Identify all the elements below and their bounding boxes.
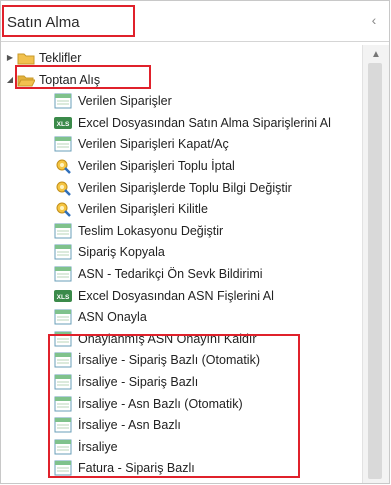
tree-group-teklifler[interactable]: ▶ Teklifler — [1, 47, 363, 69]
wizard-icon — [54, 201, 72, 218]
tree-item[interactable]: İrsaliye - Sipariş Bazlı (Otomatik) — [1, 349, 363, 371]
tree-item-label: İrsaliye - Asn Bazlı (Otomatik) — [78, 396, 243, 411]
excel-import-icon: XLS — [54, 115, 72, 131]
form-icon — [54, 374, 72, 390]
tree-item-label: ASN Onayla — [78, 310, 147, 325]
tree-item-label: Excel Dosyasından Satın Alma Siparişleri… — [78, 115, 331, 130]
wizard-icon — [54, 180, 72, 196]
tree-item-label: Verilen Siparişleri Kilitle — [78, 202, 208, 217]
tree-item-label: Excel Dosyasından ASN Fişlerini Al — [78, 288, 274, 303]
tree-item-label: Verilen Siparişleri Toplu İptal — [78, 159, 235, 173]
expand-arrow-icon[interactable]: ▶ — [5, 53, 15, 63]
tree-item[interactable]: İrsaliye — [1, 436, 363, 458]
form-icon — [54, 136, 72, 152]
collapse-arrow-icon[interactable]: ◢ — [5, 75, 15, 85]
tree-item-label: İrsaliye — [78, 439, 118, 454]
svg-text:XLS: XLS — [57, 121, 70, 128]
form-icon — [54, 266, 72, 282]
form-icon — [54, 93, 72, 109]
tree-item-label: İrsaliye - Asn Bazlı — [78, 418, 181, 433]
tree-item[interactable]: İrsaliye - Sipariş Bazlı — [1, 371, 363, 393]
tree-item-label: İrsaliye - Sipariş Bazlı — [78, 375, 199, 389]
wizard-icon — [54, 158, 72, 174]
tree-item-label: Verilen Siparişlerde Toplu Bilgi Değişti… — [78, 180, 292, 195]
tree-item-label: Teslim Lokasyonu Değiştir — [78, 223, 224, 238]
tree-item-label: Fatura - Sipariş Bazlı — [78, 461, 195, 476]
tree-group-label: Teklifler — [39, 51, 82, 65]
tree-item[interactable]: Teslim Lokasyonu Değiştir — [1, 220, 363, 242]
tree-item[interactable]: ASN - Tedarikçi Ön Sevk Bildirimi — [1, 263, 363, 285]
panel-header: Satın Alma ‹ — [1, 1, 389, 42]
folder-open-icon — [17, 72, 36, 88]
tree-group-toptan-alis[interactable]: ◢ Toptan Alış — [1, 69, 363, 91]
form-icon — [54, 309, 72, 325]
form-icon — [54, 460, 72, 476]
scrollbar-thumb[interactable] — [368, 63, 382, 479]
tree-item-label: ASN - Tedarikçi Ön Sevk Bildirimi — [78, 267, 263, 281]
panel-title: Satın Alma — [7, 14, 80, 31]
svg-text:XLS: XLS — [57, 294, 70, 301]
tree-item[interactable]: Verilen Siparişlerde Toplu Bilgi Değişti… — [1, 177, 363, 199]
tree-item[interactable]: Fatura - Sipariş Bazlı — [1, 457, 363, 479]
tree-item-label: Verilen Siparişler — [78, 94, 172, 109]
folder-icon — [17, 50, 35, 66]
menu-tree: ▶ Teklifler ◢ Toptan Alış Verilen Siparişl… — [1, 45, 363, 483]
tree-item[interactable]: Verilen Siparişleri Toplu İptal — [1, 155, 363, 177]
tree-group-label: Toptan Alış — [39, 72, 101, 87]
tree-item[interactable]: İrsaliye - Asn Bazlı — [1, 414, 363, 436]
form-icon — [54, 352, 72, 368]
tree-scrollbar[interactable]: ▲ — [362, 45, 389, 483]
tree-item[interactable]: Verilen Siparişleri Kapat/Aç — [1, 133, 363, 155]
tree-item[interactable]: İrsaliye - Asn Bazlı (Otomatik) — [1, 393, 363, 415]
tree-item[interactable]: Verilen Siparişleri Kilitle — [1, 198, 363, 220]
scroll-up-arrow-icon[interactable]: ▲ — [371, 49, 381, 60]
tree-item-label: Onaylanmış ASN Onayını Kaldır — [78, 331, 257, 346]
tree-item-label: Verilen Siparişleri Kapat/Aç — [78, 137, 229, 152]
tree-item[interactable]: ASN Onayla — [1, 306, 363, 328]
tree-item-label: İrsaliye - Sipariş Bazlı (Otomatik) — [78, 353, 260, 368]
excel-import-icon: XLS — [54, 288, 72, 304]
tree-item[interactable]: XLS Excel Dosyasından ASN Fişlerini Al — [1, 285, 363, 307]
tree-item[interactable]: Verilen Siparişler — [1, 90, 363, 112]
tree-item[interactable]: Sipariş Kopyala — [1, 241, 363, 263]
form-icon — [54, 223, 72, 239]
form-icon — [54, 396, 72, 412]
tree-item-label: Sipariş Kopyala — [78, 245, 165, 260]
tree-item[interactable]: XLS Excel Dosyasından Satın Alma Siparişl… — [1, 112, 363, 134]
form-icon — [54, 244, 72, 260]
purchasing-panel: Satın Alma ‹ ▶ Teklifler ◢ Toptan Alış Ver… — [0, 0, 390, 484]
form-icon — [54, 439, 72, 455]
collapse-panel-button[interactable]: ‹ — [367, 13, 381, 27]
tree-item[interactable]: Onaylanmış ASN Onayını Kaldır — [1, 328, 363, 350]
form-icon — [54, 331, 72, 347]
form-icon — [54, 417, 72, 433]
